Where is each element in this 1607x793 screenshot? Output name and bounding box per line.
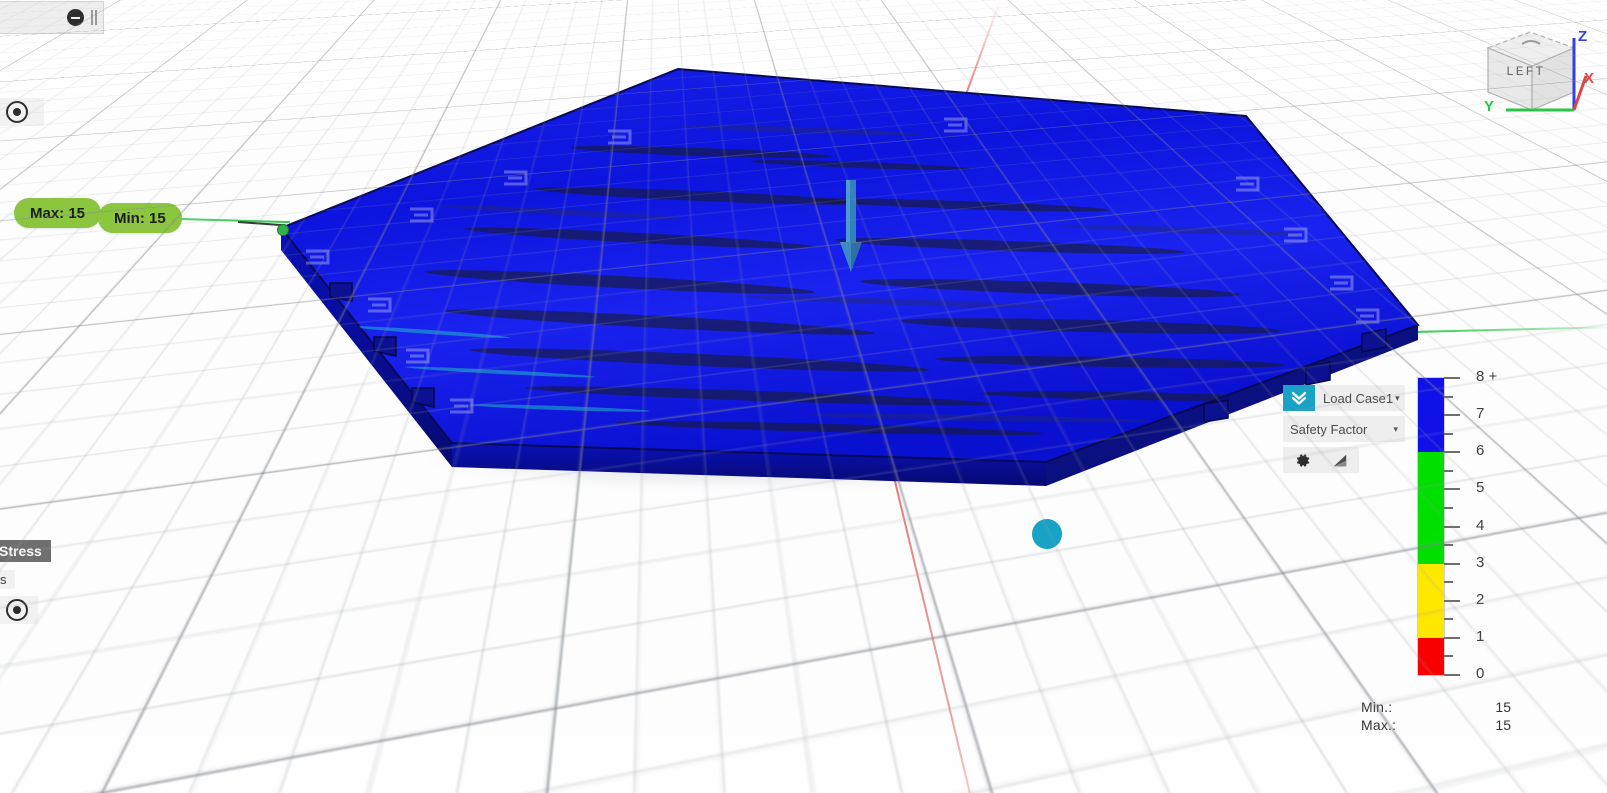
colorbar-tick-major xyxy=(1444,562,1460,565)
colorbar-ticks xyxy=(1444,377,1462,676)
colorbar-tick-label: 4 xyxy=(1476,516,1485,534)
colorbar-band-green xyxy=(1418,452,1444,564)
colorbar-tick-major xyxy=(1444,488,1460,491)
colorbar-tick-major xyxy=(1444,636,1460,639)
colorbar-tick-minor xyxy=(1444,618,1453,621)
axis-label-x: X xyxy=(1584,70,1595,87)
floating-panel-header xyxy=(0,1,104,34)
colorbar-tick-label: 7 xyxy=(1476,405,1485,423)
result-type-label: Safety Factor xyxy=(1290,421,1368,437)
colorbar-tick-labels: 8 + 7 6 5 4 3 2 1 0 xyxy=(1470,368,1514,682)
left-chip-upper[interactable] xyxy=(0,98,44,126)
gear-icon[interactable] xyxy=(1291,449,1313,471)
colorbar-band-red xyxy=(1418,637,1444,675)
selection-marker-dot[interactable] xyxy=(1032,519,1062,549)
colorbar-tick-minor xyxy=(1444,544,1453,547)
min-probe-label[interactable]: Min: 15 xyxy=(98,203,182,233)
colorbar-tick-major xyxy=(1444,414,1460,417)
colorbar-band-blue xyxy=(1418,378,1444,453)
minus-icon[interactable] xyxy=(67,9,84,26)
gradient-triangle-icon[interactable] xyxy=(1329,449,1351,471)
load-case-caret-icon[interactable]: ▾ xyxy=(1395,393,1400,404)
double-chevron-down-icon[interactable] xyxy=(1283,385,1315,411)
colorbar-tick-major xyxy=(1444,599,1460,602)
probe-anchor-node xyxy=(277,224,289,236)
colorbar-tick-minor xyxy=(1444,581,1453,584)
left-chip-lower[interactable] xyxy=(0,596,38,624)
colorbar-gradient xyxy=(1418,378,1444,675)
left-partial-label: s xyxy=(0,570,15,589)
colorbar-tick-major xyxy=(1444,674,1460,676)
colorbar-tick-label: 5 xyxy=(1476,479,1485,497)
stress-tooltip: Stress xyxy=(0,540,51,562)
colorbar-tick-minor xyxy=(1444,506,1453,509)
legend-panel: Load Case1 ▾ Safety Factor ▾ xyxy=(1283,385,1405,478)
load-case-row[interactable]: Load Case1 ▾ xyxy=(1283,385,1405,411)
colorbar-tick-label: 1 xyxy=(1476,627,1485,645)
colorbar-tick-label: 3 xyxy=(1476,553,1485,571)
view-cube[interactable]: LEFT Z Y X xyxy=(1470,18,1598,130)
result-minmax-readout: Min.: 15 Max.: 15 xyxy=(1361,698,1511,734)
radio-selected-icon-lower[interactable] xyxy=(6,599,28,621)
colorbar-band-yellow xyxy=(1418,563,1444,638)
drag-handle-icon[interactable] xyxy=(91,10,97,25)
readout-max-key: Max.: xyxy=(1361,717,1397,733)
colorbar-tick-label: 2 xyxy=(1476,590,1485,608)
colorbar-tick-major xyxy=(1444,451,1460,454)
axis-label-y: Y xyxy=(1484,98,1495,115)
colorbar-tick-label: 8 + xyxy=(1476,368,1498,385)
colorbar-tick-minor xyxy=(1444,395,1453,398)
colorbar-tick-minor xyxy=(1444,469,1453,472)
load-case-label: Load Case1 xyxy=(1323,390,1394,406)
colorbar-tick-minor xyxy=(1444,432,1453,435)
result-type-caret-icon[interactable]: ▾ xyxy=(1393,424,1398,435)
max-probe-label[interactable]: Max: 15 xyxy=(14,198,102,228)
safety-factor-colorbar xyxy=(1418,377,1460,676)
readout-min-key: Min.: xyxy=(1361,699,1393,715)
colorbar-tick-minor xyxy=(1444,655,1453,658)
radio-selected-icon[interactable] xyxy=(6,101,28,123)
colorbar-tick-major xyxy=(1444,377,1460,379)
axis-label-z: Z xyxy=(1578,28,1588,45)
readout-min-value: 15 xyxy=(1495,699,1511,715)
simulation-viewport: Max: 15 Min: 15 Stress s Load Case1 ▾ Sa… xyxy=(0,0,1607,793)
result-type-dropdown[interactable]: Safety Factor ▾ xyxy=(1283,416,1405,442)
view-cube-face-label: LEFT xyxy=(1506,64,1546,79)
colorbar-tick-label: 6 xyxy=(1476,442,1485,460)
readout-max-value: 15 xyxy=(1495,717,1511,733)
legend-tools-row xyxy=(1283,447,1359,473)
colorbar-tick-label: 0 xyxy=(1476,665,1485,682)
readout-min-row: Min.: 15 xyxy=(1361,698,1511,716)
colorbar-tick-major xyxy=(1444,525,1460,528)
readout-max-row: Max.: 15 xyxy=(1361,716,1511,734)
